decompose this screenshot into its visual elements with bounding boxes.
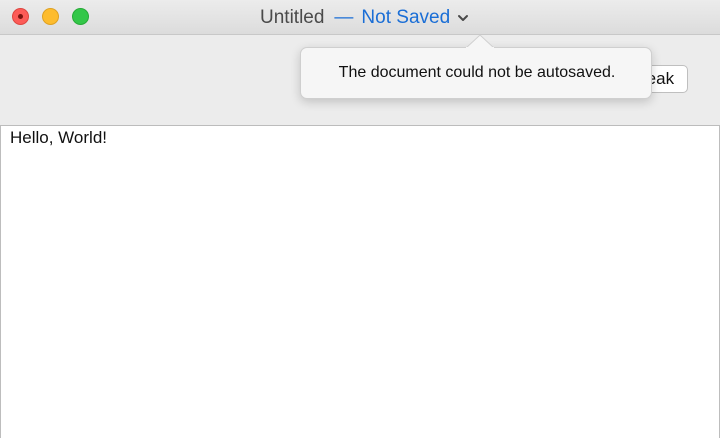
popover-message: The document could not be autosaved. (338, 64, 616, 81)
save-status: Not Saved (361, 7, 451, 28)
close-button[interactable] (12, 8, 29, 25)
popover-arrow (466, 34, 494, 48)
chevron-down-icon[interactable] (456, 11, 470, 25)
document-name: Untitled (260, 7, 325, 28)
editor-content: Hello, World! (10, 128, 107, 147)
title-separator: — (334, 7, 354, 28)
text-editor[interactable]: Hello, World! (0, 126, 720, 438)
window-title[interactable]: Untitled — Not Saved (260, 6, 470, 30)
title-bar[interactable]: Untitled — Not Saved (0, 0, 720, 35)
minimize-button[interactable] (42, 8, 59, 25)
zoom-button[interactable] (72, 8, 89, 25)
app-window: Untitled — Not Saved Speak Hello, World!… (0, 0, 720, 438)
autosave-popover: The document could not be autosaved. (300, 47, 652, 99)
